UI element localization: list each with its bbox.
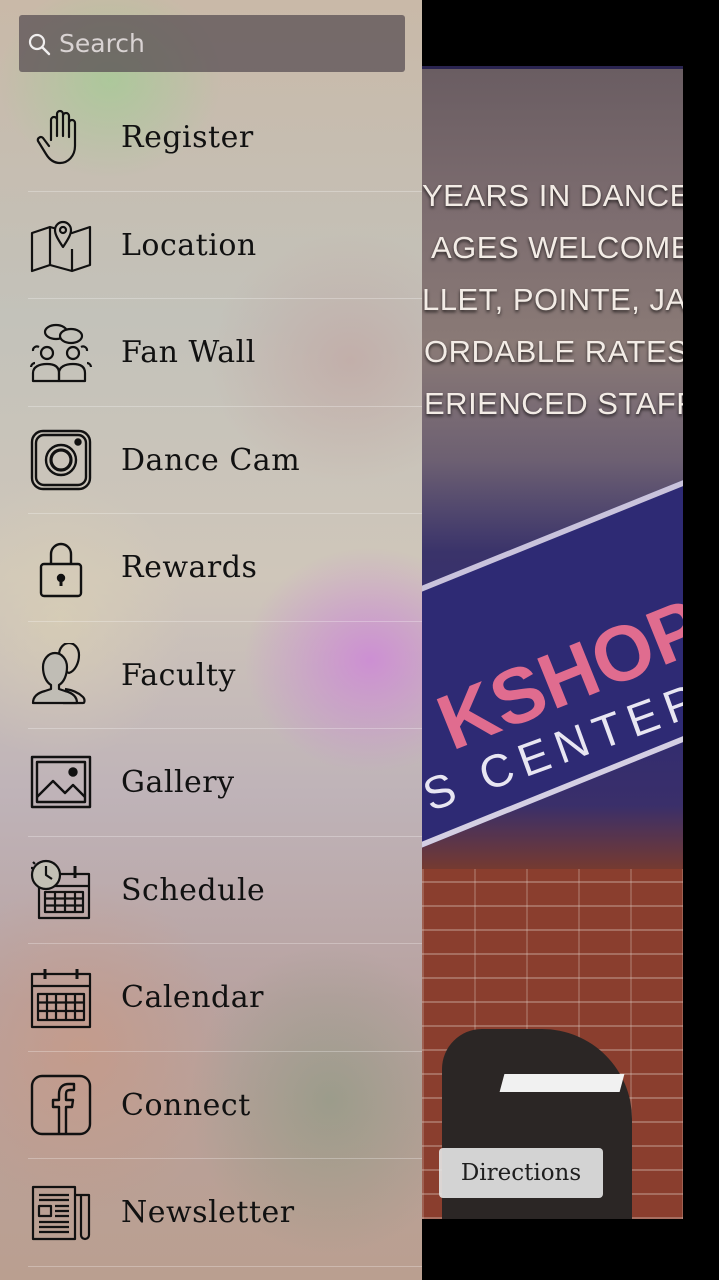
menu-item-register[interactable]: Register: [0, 84, 422, 192]
image-icon: [28, 750, 94, 816]
menu-item-faculty[interactable]: Faculty: [0, 622, 422, 730]
menu-item-gallery[interactable]: Gallery: [0, 729, 422, 837]
newspaper-icon: [28, 1180, 94, 1246]
users-icon: [28, 642, 94, 708]
menu-item-label: Calendar: [121, 980, 264, 1016]
menu-item-fan-wall[interactable]: Fan Wall: [0, 299, 422, 407]
menu-item-label: Rewards: [121, 550, 258, 586]
menu-item-label: Gallery: [121, 765, 235, 801]
facebook-icon: [28, 1072, 94, 1138]
map-pin-icon: [28, 212, 94, 278]
menu-item-calendar[interactable]: Calendar: [0, 944, 422, 1052]
people-chat-icon: [28, 320, 94, 386]
hand-icon: [28, 105, 94, 171]
menu-item-rewards[interactable]: Rewards: [0, 514, 422, 622]
promo-line: YEARS IN DANCE: [422, 178, 683, 213]
menu-list: Register Location Fan Wall Dance Cam Rew…: [0, 84, 422, 1267]
menu-item-label: Dance Cam: [121, 442, 301, 478]
promo-line: ERIENCED STAFF: [424, 386, 683, 421]
side-menu-drawer: Register Location: [0, 0, 422, 1280]
directions-button[interactable]: Directions: [439, 1148, 603, 1198]
promo-line: ORDABLE RATES: [424, 334, 683, 369]
window-light: [499, 1074, 625, 1092]
menu-item-dance-cam[interactable]: Dance Cam: [0, 407, 422, 515]
camera-icon: [28, 427, 94, 493]
menu-item-location[interactable]: Location: [0, 192, 422, 300]
menu-item-label: Newsletter: [121, 1195, 295, 1231]
menu-item-label: Fan Wall: [121, 335, 256, 371]
search-input[interactable]: [51, 14, 405, 73]
promo-text: YEARS IN DANCE AGES WELCOME LLET, POINTE…: [422, 170, 683, 430]
search-icon: [28, 33, 51, 55]
calendar-icon: [28, 965, 94, 1031]
search-bar[interactable]: [19, 14, 405, 73]
clock-calendar-icon: [28, 857, 94, 923]
menu-item-label: Faculty: [121, 657, 236, 693]
menu-item-label: Connect: [121, 1087, 251, 1123]
menu-item-label: Location: [121, 227, 257, 263]
menu-item-label: Register: [121, 120, 254, 156]
menu-item-newsletter[interactable]: Newsletter: [0, 1159, 422, 1267]
promo-line: LLET, POINTE, JAZZ: [422, 282, 683, 317]
menu-item-label: Schedule: [121, 872, 266, 908]
menu-item-schedule[interactable]: Schedule: [0, 837, 422, 945]
lock-icon: [28, 535, 94, 601]
promo-line: AGES WELCOME: [431, 230, 683, 265]
menu-item-connect[interactable]: Connect: [0, 1052, 422, 1160]
